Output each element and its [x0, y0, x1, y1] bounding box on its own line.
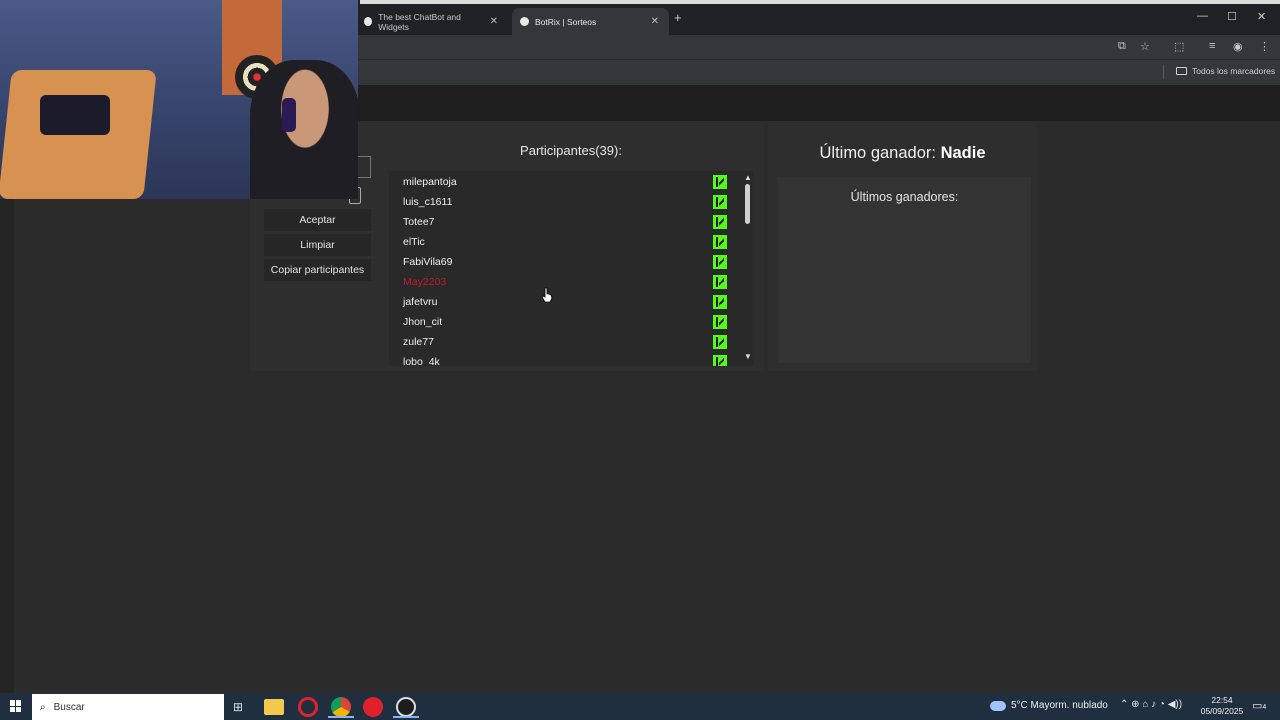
participant-row[interactable]: zule77 — [403, 332, 733, 352]
chrome-active-indicator — [328, 716, 354, 718]
participant-name: zule77 — [403, 336, 434, 348]
tab-label: The best ChatBot and Widgets — [378, 11, 461, 32]
webcam-chair-detail — [40, 95, 110, 135]
kick-icon — [713, 195, 727, 209]
kick-icon — [713, 275, 727, 289]
webcam-overlay — [0, 0, 358, 199]
opera-icon[interactable] — [298, 697, 318, 717]
kick-icon — [713, 255, 727, 269]
participant-name: elTic — [403, 236, 425, 248]
last-winners-box — [778, 177, 1031, 363]
scroll-up-arrow-icon[interactable]: ▲ — [744, 173, 752, 182]
hand-cursor-icon — [541, 287, 553, 303]
participant-row[interactable]: Totee7 — [403, 212, 733, 232]
tab-botrix-sorteos[interactable]: BotRix | Sorteos ✕ — [512, 8, 669, 35]
participant-row[interactable]: FabiVila69 — [403, 252, 733, 272]
maximize-button[interactable]: ☐ — [1227, 10, 1237, 23]
window-top-edge — [360, 0, 1280, 4]
participant-row[interactable]: May2203 — [403, 272, 733, 292]
search-icon: ⌕ — [40, 701, 46, 713]
participant-name: lobo_4k — [403, 356, 440, 366]
weather-widget[interactable]: 5°C Mayorm. nublado — [990, 700, 1108, 711]
tab-chatbot[interactable]: The best ChatBot and Widgets ✕ — [356, 8, 508, 35]
webcam-streamer — [250, 60, 358, 199]
background-window-edge — [0, 199, 14, 693]
participant-name: May2203 — [403, 276, 447, 288]
cloud-icon — [990, 700, 1006, 711]
new-tab-button[interactable]: + — [674, 10, 682, 25]
participant-row[interactable]: milepantoja — [403, 172, 733, 192]
participant-row[interactable]: jafetvru — [403, 292, 733, 312]
botrix-favicon-icon — [364, 17, 373, 26]
webcam-headphones — [282, 98, 296, 132]
copy-participants-button[interactable]: Copiar participantes — [264, 259, 371, 281]
scroll-down-arrow-icon[interactable]: ▼ — [744, 352, 752, 361]
participant-row[interactable]: luis_c1611 — [403, 192, 733, 212]
kick-icon — [713, 355, 727, 366]
participant-name: jafetvru — [403, 296, 438, 308]
taskbar-clock[interactable]: 22:54 05/09/2025 — [1195, 695, 1249, 717]
star-icon[interactable]: ☆ — [1140, 40, 1150, 53]
participant-name: milepantoja — [403, 176, 457, 188]
system-tray-icons[interactable]: ⌃ ⊕ ⌂ ♪ ◔ ◀)) — [1120, 699, 1182, 710]
windows-start-icon[interactable] — [10, 700, 22, 712]
scrollbar-thumb[interactable] — [745, 184, 750, 224]
participant-row[interactable]: Jhon_cit — [403, 312, 733, 332]
kick-icon — [713, 335, 727, 349]
notification-center-icon[interactable]: ▭4 — [1252, 699, 1266, 712]
weather-text: 5°C Mayorm. nublado — [1011, 700, 1108, 711]
tab-close-icon[interactable]: ✕ — [651, 16, 659, 27]
file-explorer-icon[interactable] — [264, 699, 284, 715]
search-placeholder: Buscar — [53, 701, 85, 713]
kick-icon — [713, 315, 727, 329]
last-winner-name: Nadie — [940, 144, 986, 162]
participant-name: Jhon_cit — [403, 316, 443, 328]
obs-active-indicator — [393, 716, 419, 718]
bookmarks-separator — [1163, 65, 1164, 79]
clock-time: 22:54 — [1211, 695, 1233, 705]
all-bookmarks-button[interactable]: Todos los marcadores — [1176, 66, 1275, 76]
minimize-button[interactable]: — — [1197, 10, 1208, 22]
kick-icon — [713, 215, 727, 229]
translate-icon[interactable]: ⧉ — [1118, 40, 1126, 53]
botrix-favicon-icon — [520, 17, 529, 26]
participant-row[interactable]: lobo_4k — [403, 352, 733, 366]
last-winner-heading: Último ganador: Nadie — [768, 144, 1037, 163]
participant-row[interactable]: elTic — [403, 232, 733, 252]
media-icon[interactable]: ≡ — [1209, 40, 1215, 52]
clear-button[interactable]: Limpiar — [264, 234, 371, 256]
chrome-icon[interactable] — [331, 697, 351, 717]
opera-gx-icon[interactable] — [363, 697, 383, 717]
accept-button[interactable]: Aceptar — [264, 209, 371, 231]
last-winners-label: Últimos ganadores: — [850, 190, 959, 204]
kick-icon — [713, 235, 727, 249]
menu-icon[interactable]: ⋮ — [1259, 40, 1270, 53]
close-window-button[interactable]: ✕ — [1257, 10, 1266, 23]
participant-name: luis_c1611 — [403, 196, 453, 208]
last-winner-prefix: Último ganador: — [819, 144, 936, 162]
participant-name: Totee7 — [403, 216, 435, 228]
kick-icon — [713, 295, 727, 309]
task-view-icon[interactable]: ⊞ — [233, 700, 243, 714]
all-bookmarks-label: Todos los marcadores — [1192, 66, 1276, 76]
participants-title: Participantes(39): — [520, 143, 622, 158]
obs-icon[interactable] — [396, 697, 416, 717]
extensions-icon[interactable]: ⬚ — [1174, 40, 1184, 53]
notification-count: 4 — [1262, 704, 1267, 711]
profile-icon[interactable]: ◉ — [1233, 40, 1243, 53]
clock-date: 05/09/2025 — [1200, 706, 1244, 716]
participants-list[interactable]: milepantoja luis_c1611 Totee7 elTic FabiVila… — [389, 171, 754, 366]
folder-icon — [1176, 67, 1187, 75]
kick-icon — [713, 175, 727, 189]
tab-label: BotRix | Sorteos — [535, 16, 597, 27]
participant-name: FabiVila69 — [403, 256, 453, 268]
tab-close-icon[interactable]: ✕ — [490, 16, 498, 27]
taskbar-search[interactable]: ⌕ Buscar — [32, 694, 224, 720]
